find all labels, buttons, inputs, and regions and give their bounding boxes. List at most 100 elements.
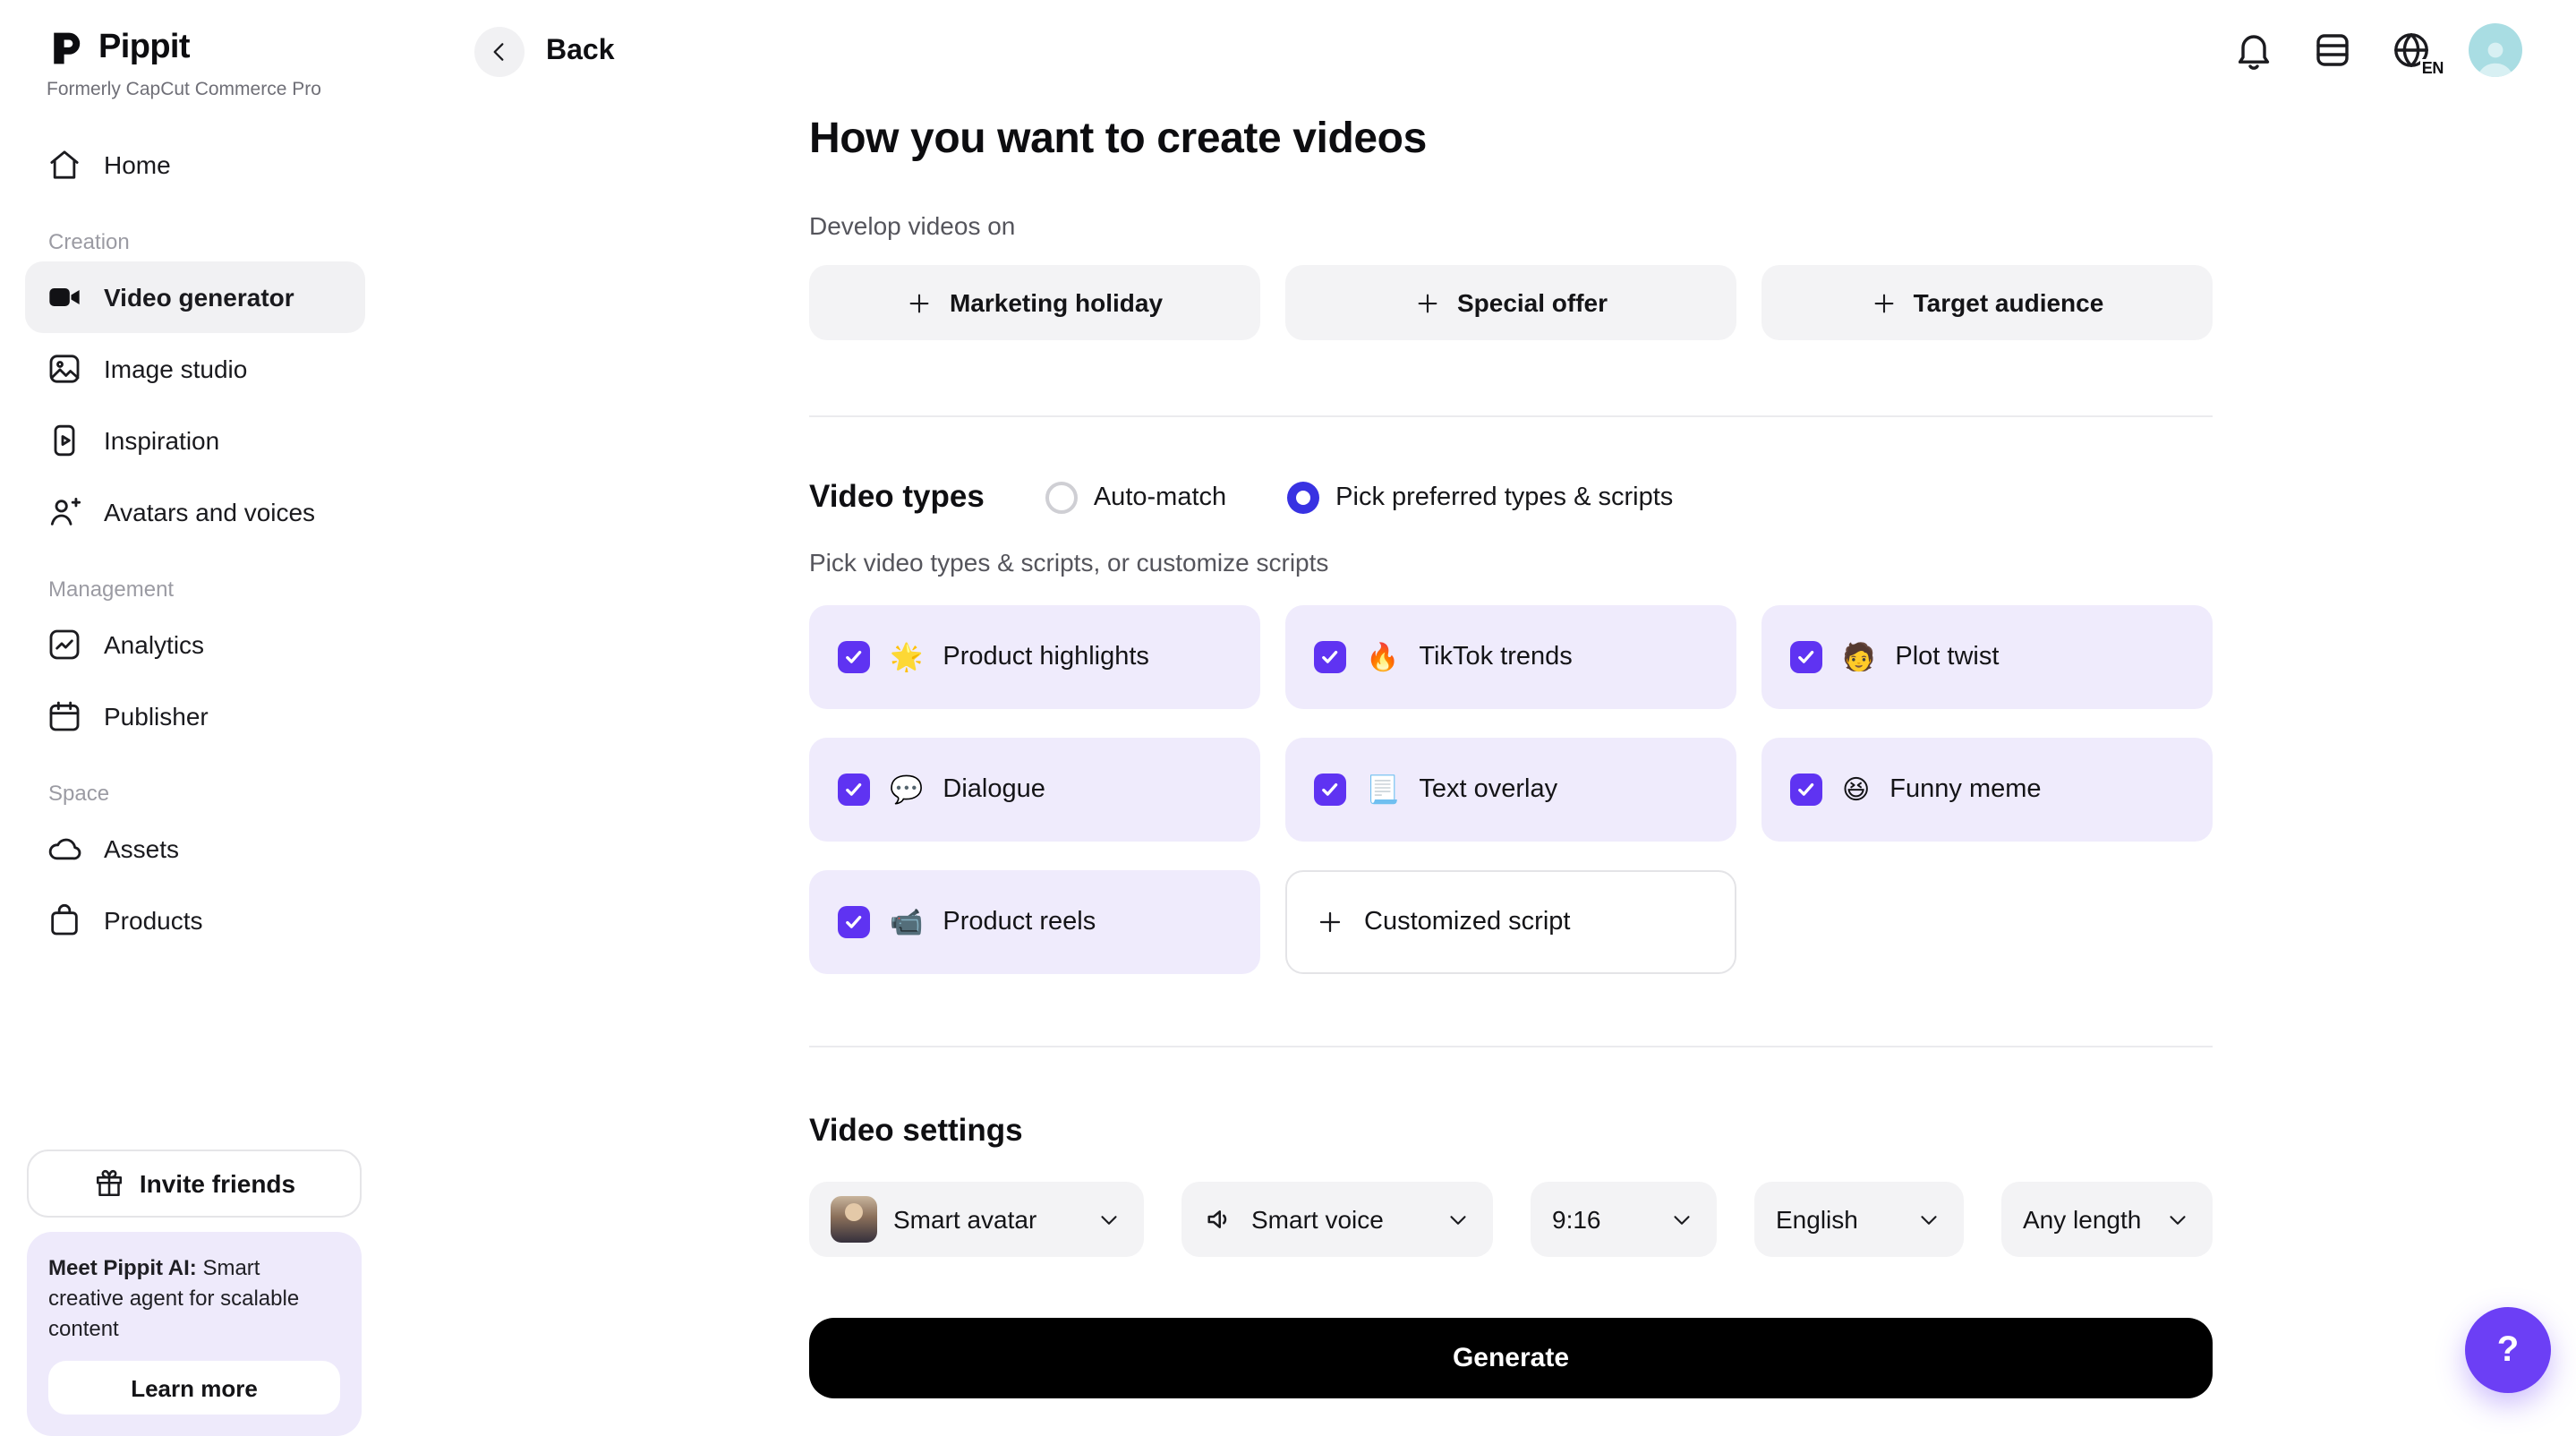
- target-audience-button[interactable]: Target audience: [1761, 265, 2213, 340]
- chip-product-highlights[interactable]: 🌟 Product highlights: [809, 605, 1260, 709]
- marketing-holiday-button[interactable]: Marketing holiday: [809, 265, 1260, 340]
- checkbox-checked-icon: [1790, 641, 1822, 673]
- invite-friends-button[interactable]: Invite friends: [27, 1150, 362, 1218]
- task-center-icon[interactable]: [2311, 29, 2354, 72]
- sidebar-item-label: Assets: [104, 834, 179, 863]
- video-settings-row: Smart avatar Smart voice 9:16 English: [809, 1182, 2213, 1257]
- chip-text-overlay[interactable]: 📃 Text overlay: [1285, 738, 1736, 842]
- smart-avatar-dropdown[interactable]: Smart avatar: [809, 1182, 1144, 1257]
- chip-emoji: 📃: [1366, 774, 1399, 806]
- sidebar-nav: Home Creation Video generator Image stud…: [0, 129, 394, 956]
- checkbox-checked-icon: [838, 774, 870, 806]
- sidebar-item-inspiration[interactable]: Inspiration: [25, 405, 365, 476]
- chip-plot-twist[interactable]: 🧑 Plot twist: [1761, 605, 2213, 709]
- checkbox-checked-icon: [838, 641, 870, 673]
- video-settings-heading: Video settings: [809, 1112, 2213, 1150]
- radio-label: Auto-match: [1094, 483, 1226, 511]
- language-dropdown[interactable]: English: [1754, 1182, 1964, 1257]
- pick-preferred-radio[interactable]: Pick preferred types & scripts: [1287, 481, 1673, 513]
- chip-label: Product reels: [943, 908, 1096, 936]
- video-type-chips: 🌟 Product highlights 🔥 TikTok trends 🧑 P…: [809, 605, 2213, 974]
- checkbox-checked-icon: [838, 906, 870, 938]
- chip-emoji: 📹: [890, 906, 923, 938]
- plus-icon: [1316, 908, 1344, 936]
- checkbox-checked-icon: [1314, 641, 1346, 673]
- chevron-down-icon: [1445, 1206, 1471, 1233]
- customized-script-button[interactable]: Customized script: [1285, 870, 1736, 974]
- chip-product-reels[interactable]: 📹 Product reels: [809, 870, 1260, 974]
- checkbox-checked-icon: [1314, 774, 1346, 806]
- chip-label: Funny meme: [1889, 775, 2041, 804]
- chevron-down-icon: [2164, 1206, 2191, 1233]
- dropdown-label: English: [1776, 1205, 1858, 1234]
- notifications-bell-icon[interactable]: [2232, 29, 2275, 72]
- home-icon: [47, 147, 82, 183]
- generate-button[interactable]: Generate: [809, 1318, 2213, 1398]
- analytics-icon: [47, 627, 82, 662]
- pippit-app: Pippit Formerly CapCut Commerce Pro Home…: [0, 0, 2576, 1432]
- brand-name: Pippit: [98, 29, 190, 68]
- chevron-left-icon: [485, 38, 514, 66]
- back-button[interactable]: [474, 27, 525, 77]
- checkbox-checked-icon: [1790, 774, 1822, 806]
- plus-icon: [907, 289, 934, 316]
- plus-icon: [1871, 289, 1898, 316]
- video-generator-icon: [47, 279, 82, 315]
- sidebar-item-label: Publisher: [104, 702, 209, 731]
- special-offer-button[interactable]: Special offer: [1285, 265, 1736, 340]
- chip-funny-meme[interactable]: 😆 Funny meme: [1761, 738, 2213, 842]
- sidebar-item-avatars-voices[interactable]: Avatars and voices: [25, 476, 365, 548]
- chip-emoji: 🌟: [890, 641, 923, 673]
- radio-label: Pick preferred types & scripts: [1335, 483, 1673, 511]
- aspect-ratio-dropdown[interactable]: 9:16: [1531, 1182, 1717, 1257]
- sidebar-item-products[interactable]: Products: [25, 885, 365, 956]
- dropdown-label: Any length: [2023, 1205, 2141, 1234]
- video-types-row: Video types Auto-match Pick preferred ty…: [809, 478, 2213, 516]
- length-dropdown[interactable]: Any length: [2001, 1182, 2213, 1257]
- sidebar: Pippit Formerly CapCut Commerce Pro Home…: [0, 0, 394, 1432]
- learn-more-button[interactable]: Learn more: [48, 1361, 340, 1415]
- auto-match-radio[interactable]: Auto-match: [1045, 481, 1226, 513]
- sidebar-item-image-studio[interactable]: Image studio: [25, 333, 365, 405]
- chip-dialogue[interactable]: 💬 Dialogue: [809, 738, 1260, 842]
- topic-button-label: Special offer: [1457, 288, 1608, 317]
- dropdown-label: 9:16: [1552, 1205, 1601, 1234]
- sidebar-item-label: Image studio: [104, 355, 247, 383]
- topic-buttons: Marketing holiday Special offer Target a…: [809, 265, 2213, 340]
- chip-tiktok-trends[interactable]: 🔥 TikTok trends: [1285, 605, 1736, 709]
- chip-label: Plot twist: [1895, 643, 1999, 671]
- sidebar-item-label: Home: [104, 150, 171, 179]
- language-code: EN: [2420, 59, 2445, 77]
- chip-label: Product highlights: [943, 643, 1149, 671]
- sidebar-item-assets[interactable]: Assets: [25, 813, 365, 885]
- image-studio-icon: [47, 351, 82, 387]
- products-icon: [47, 902, 82, 938]
- sidebar-item-video-generator[interactable]: Video generator: [25, 261, 365, 333]
- question-mark-icon: ?: [2497, 1329, 2519, 1371]
- dropdown-label: Smart avatar: [893, 1205, 1036, 1234]
- chip-emoji: 🔥: [1366, 641, 1399, 673]
- avatars-icon: [47, 494, 82, 530]
- brand: Pippit Formerly CapCut Commerce Pro: [0, 0, 394, 100]
- chevron-down-icon: [1915, 1206, 1942, 1233]
- help-button[interactable]: ?: [2465, 1307, 2551, 1393]
- language-selector[interactable]: EN: [2390, 29, 2433, 72]
- user-avatar[interactable]: [2469, 23, 2522, 77]
- promo-text: Meet Pippit AI: Smart creative agent for…: [48, 1253, 340, 1345]
- chip-label: Customized script: [1364, 908, 1570, 936]
- pippit-logo-icon: [47, 29, 86, 68]
- sidebar-section-space: Space: [48, 781, 394, 806]
- gift-icon: [93, 1167, 125, 1200]
- divider: [809, 415, 2213, 417]
- promo-title: Meet Pippit AI:: [48, 1255, 197, 1280]
- sidebar-item-home[interactable]: Home: [25, 129, 365, 201]
- assets-icon: [47, 831, 82, 867]
- sidebar-item-publisher[interactable]: Publisher: [25, 680, 365, 752]
- pippit-ai-promo-card: Meet Pippit AI: Smart creative agent for…: [27, 1232, 362, 1436]
- back-group: Back: [474, 27, 615, 77]
- develop-videos-label: Develop videos on: [809, 211, 2213, 240]
- smart-voice-dropdown[interactable]: Smart voice: [1181, 1182, 1493, 1257]
- sidebar-item-label: Analytics: [104, 630, 204, 659]
- sidebar-item-analytics[interactable]: Analytics: [25, 609, 365, 680]
- topic-button-label: Target audience: [1914, 288, 2104, 317]
